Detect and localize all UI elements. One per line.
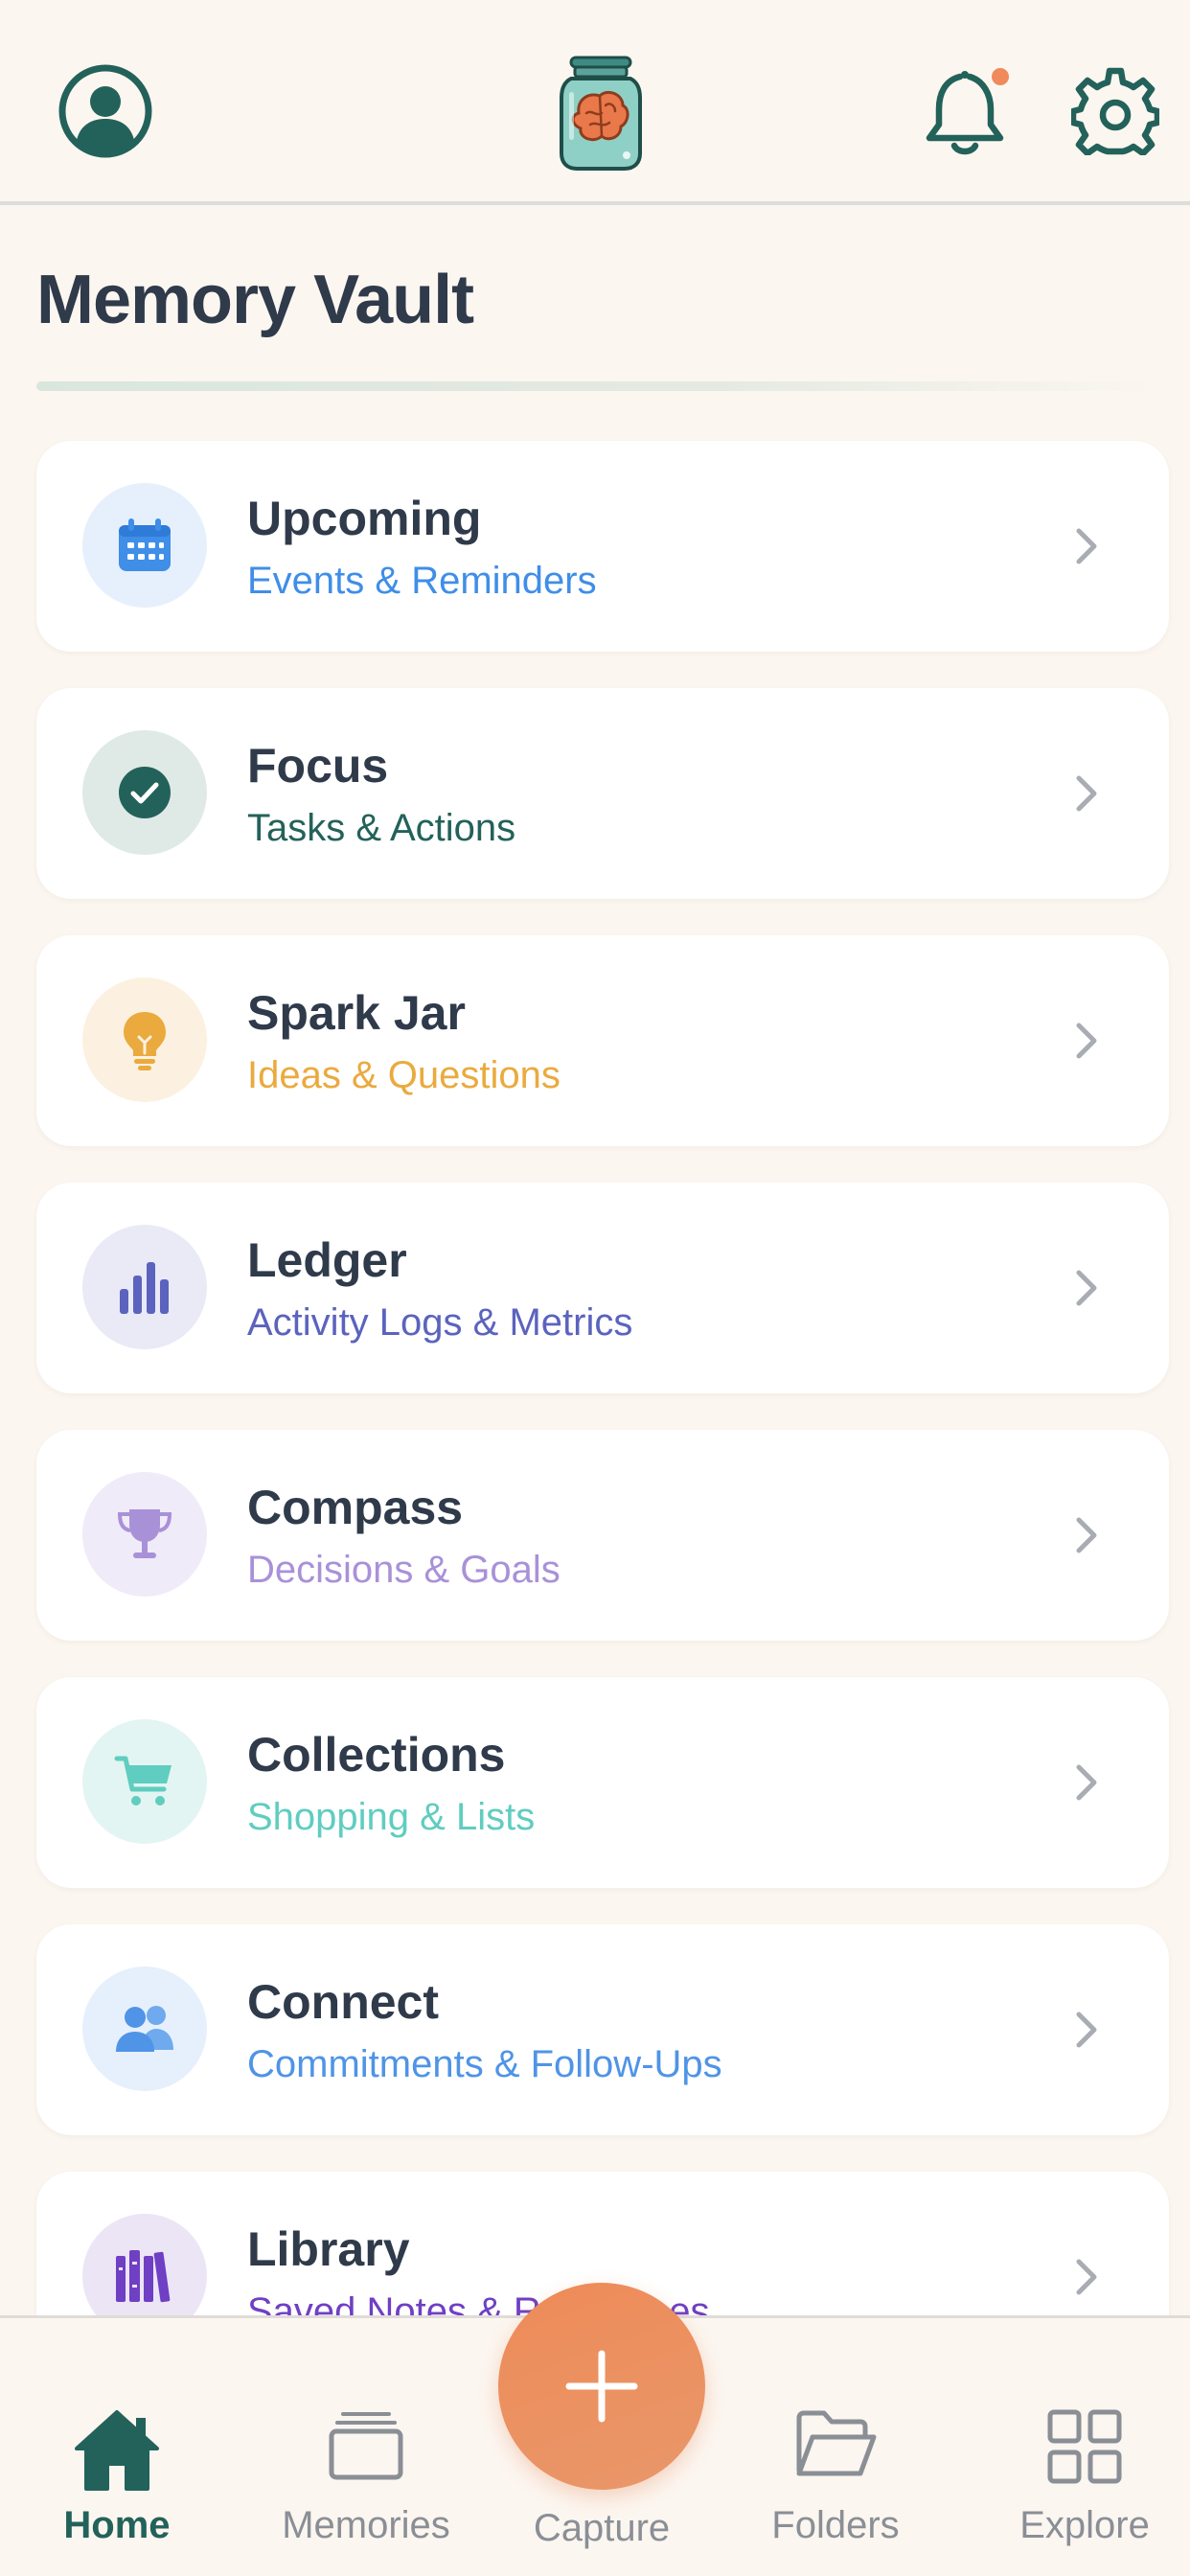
calendar-icon bbox=[82, 483, 207, 608]
chevron-right-icon bbox=[1076, 1517, 1097, 1553]
people-icon bbox=[82, 1966, 207, 2091]
settings-button[interactable] bbox=[1071, 67, 1159, 155]
card-title: Spark Jar bbox=[247, 986, 466, 1040]
chevron-right-icon bbox=[1076, 528, 1097, 564]
notification-badge bbox=[988, 64, 1013, 89]
chevron-right-icon bbox=[1076, 2259, 1097, 2295]
title-divider bbox=[36, 381, 1171, 391]
top-bar bbox=[0, 0, 1190, 205]
page-title: Memory Vault bbox=[36, 262, 474, 338]
trophy-icon bbox=[82, 1472, 207, 1597]
chevron-right-icon bbox=[1076, 1270, 1097, 1306]
card-title: Focus bbox=[247, 739, 389, 793]
person-circle-icon bbox=[58, 64, 152, 158]
memory-category-list: Memory Vault Upcoming Events & Reminders… bbox=[0, 0, 1190, 2315]
card-focus[interactable]: Focus Tasks & Actions bbox=[36, 688, 1169, 899]
card-ledger[interactable]: Ledger Activity Logs & Metrics bbox=[36, 1183, 1169, 1393]
card-subtitle: Ideas & Questions bbox=[247, 1054, 561, 1096]
card-subtitle: Tasks & Actions bbox=[247, 807, 516, 849]
nav-label-capture: Capture bbox=[533, 2507, 671, 2549]
home-icon bbox=[75, 2410, 159, 2491]
app-screen: Memory Vault Upcoming Events & Reminders… bbox=[0, 0, 1190, 2576]
card-subtitle: Events & Reminders bbox=[247, 560, 597, 602]
gear-icon bbox=[1071, 67, 1159, 155]
nav-home[interactable]: Home bbox=[11, 2385, 222, 2548]
card-title: Library bbox=[247, 2222, 410, 2276]
card-title: Upcoming bbox=[247, 492, 482, 545]
notifications-button[interactable] bbox=[922, 63, 1016, 159]
card-title: Ledger bbox=[247, 1233, 407, 1287]
nav-label-home: Home bbox=[63, 2504, 171, 2546]
grid-icon bbox=[1047, 2409, 1122, 2484]
nav-folders[interactable]: Folders bbox=[730, 2385, 941, 2548]
profile-button[interactable] bbox=[57, 63, 153, 159]
brain-jar-logo bbox=[560, 56, 642, 171]
shopping-cart-icon bbox=[82, 1719, 207, 1844]
chevron-right-icon bbox=[1076, 1023, 1097, 1059]
nav-label-explore: Explore bbox=[1019, 2504, 1150, 2546]
card-spark-jar[interactable]: Spark Jar Ideas & Questions bbox=[36, 935, 1169, 1146]
nav-label-memories: Memories bbox=[282, 2504, 450, 2546]
card-subtitle: Commitments & Follow-Ups bbox=[247, 2043, 722, 2085]
card-title: Collections bbox=[247, 1728, 506, 1782]
nav-label-folders: Folders bbox=[771, 2504, 900, 2546]
stacked-cards-icon bbox=[329, 2412, 403, 2480]
card-upcoming[interactable]: Upcoming Events & Reminders bbox=[36, 441, 1169, 652]
chevron-right-icon bbox=[1076, 775, 1097, 812]
chevron-right-icon bbox=[1076, 2012, 1097, 2048]
card-subtitle: Shopping & Lists bbox=[247, 1796, 536, 1838]
card-connect[interactable]: Connect Commitments & Follow-Ups bbox=[36, 1924, 1169, 2135]
card-subtitle: Activity Logs & Metrics bbox=[247, 1301, 633, 1344]
check-circle-icon bbox=[82, 730, 207, 855]
books-icon bbox=[82, 2214, 207, 2315]
nav-explore[interactable]: Explore bbox=[979, 2385, 1190, 2548]
bar-chart-icon bbox=[82, 1225, 207, 1349]
nav-memories[interactable]: Memories bbox=[261, 2385, 471, 2548]
capture-button[interactable] bbox=[498, 2283, 705, 2490]
app-logo bbox=[558, 54, 644, 172]
card-subtitle: Decisions & Goals bbox=[247, 1549, 561, 1591]
card-collections[interactable]: Collections Shopping & Lists bbox=[36, 1677, 1169, 1888]
plus-icon bbox=[565, 2350, 638, 2423]
card-compass[interactable]: Compass Decisions & Goals bbox=[36, 1430, 1169, 1641]
card-title: Connect bbox=[247, 1975, 439, 2029]
folder-open-icon bbox=[796, 2410, 877, 2476]
bell-icon bbox=[926, 64, 1013, 155]
card-title: Compass bbox=[247, 1481, 464, 1534]
lightbulb-icon bbox=[82, 978, 207, 1102]
chevron-right-icon bbox=[1076, 1764, 1097, 1801]
